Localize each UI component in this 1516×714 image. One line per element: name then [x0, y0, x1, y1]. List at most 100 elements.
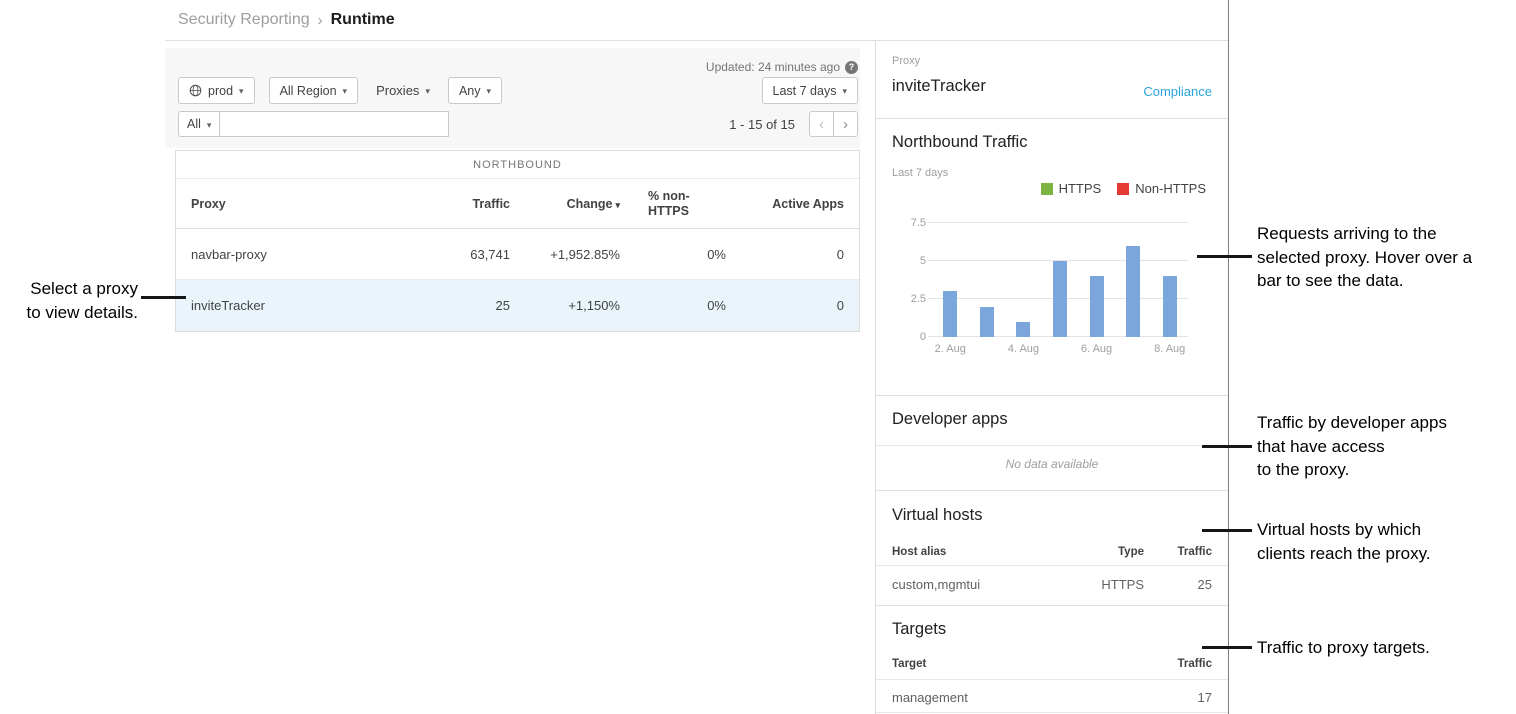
chevron-down-icon: ▾ — [343, 86, 348, 97]
chart-plot — [932, 223, 1188, 337]
page: Security Reporting › Runtime Updated: 24… — [0, 0, 1516, 714]
date-range-dropdown[interactable]: Last 7 days ▾ — [762, 77, 858, 104]
chart-ytick-label: 5 — [892, 255, 926, 267]
chart-bar-6-Aug[interactable] — [1090, 276, 1104, 337]
chevron-down-icon: ▾ — [842, 86, 847, 97]
help-icon[interactable]: ? — [845, 61, 858, 74]
screenshot-edge-line — [1228, 0, 1229, 714]
targets-header-line — [876, 679, 1228, 680]
cell-active-apps: 0 — [726, 247, 844, 262]
chart-ytick-label: 2.5 — [892, 293, 926, 305]
cell-traffic: 25 — [1152, 577, 1212, 592]
chart-x-axis: 2. Aug4. Aug6. Aug8. Aug — [932, 343, 1188, 359]
legend-label: HTTPS — [1059, 181, 1102, 196]
date-range-label: Last 7 days — [773, 84, 837, 98]
annotation-line: Select a proxy — [0, 277, 138, 301]
proxies-label: Proxies — [376, 83, 419, 98]
updated-text: Updated: 24 minutes ago — [706, 60, 840, 74]
virtual-hosts-title: Virtual hosts — [892, 506, 983, 525]
annotation-line: selected proxy. Hover over a — [1257, 246, 1472, 270]
https-swatch-icon — [1041, 183, 1053, 195]
cell-non-https: 0% — [620, 247, 726, 262]
chart-bar-5-Aug[interactable] — [1053, 261, 1067, 337]
environment-dropdown[interactable]: prod ▾ — [178, 77, 255, 104]
section-divider — [876, 490, 1228, 491]
chart-ytick-label: 0 — [892, 331, 926, 343]
chevron-down-icon: ▾ — [487, 86, 492, 97]
cell-target: management — [892, 690, 1152, 705]
callout-line-targets — [1202, 646, 1252, 649]
proxy-detail-panel: Proxy inviteTracker Compliance Northboun… — [875, 41, 1228, 714]
chart-bar-2-Aug[interactable] — [943, 291, 957, 337]
column-header-change[interactable]: Change▾ — [510, 197, 620, 211]
breadcrumb-section[interactable]: Security Reporting — [178, 11, 310, 29]
pagination-range: 1 - 15 of 15 — [729, 117, 795, 132]
chart-xtick-label: 2. Aug — [935, 343, 966, 355]
any-dropdown[interactable]: Any ▾ — [448, 77, 502, 104]
column-header-traffic: Traffic — [1152, 546, 1212, 558]
region-dropdown[interactable]: All Region ▾ — [269, 77, 359, 104]
annotation-targets: Traffic to proxy targets. — [1257, 636, 1430, 660]
table-group-header: NORTHBOUND — [176, 151, 859, 179]
callout-line-virtual-hosts — [1202, 529, 1252, 532]
section-divider — [876, 118, 1228, 119]
chart-xtick-label: 8. Aug — [1154, 343, 1185, 355]
section-divider — [876, 395, 1228, 396]
breadcrumb-current: Runtime — [331, 11, 395, 29]
cell-active-apps: 0 — [726, 298, 844, 313]
northbound-traffic-chart: 02.557.5 2. Aug4. Aug6. Aug8. Aug — [892, 211, 1213, 369]
cell-traffic: 63,741 — [390, 247, 510, 262]
chart-bar-8-Aug[interactable] — [1163, 276, 1177, 337]
column-header-non-https[interactable]: % non-HTTPS — [620, 189, 726, 219]
legend-item-non-https[interactable]: Non-HTTPS — [1117, 181, 1206, 196]
column-header-traffic: Traffic — [1152, 658, 1212, 670]
chart-bar-4-Aug[interactable] — [1016, 322, 1030, 337]
target-row[interactable]: management 17 — [892, 690, 1212, 705]
legend-item-https[interactable]: HTTPS — [1041, 181, 1102, 196]
chevron-right-icon: › — [843, 116, 848, 133]
cell-proxy: inviteTracker — [191, 298, 390, 313]
updated-status: Updated: 24 minutes ago ? — [706, 60, 858, 74]
virtual-hosts-header-line — [876, 565, 1228, 566]
chart-y-axis: 02.557.5 — [892, 223, 926, 337]
virtual-hosts-header-row: Host alias Type Traffic — [892, 546, 1212, 558]
annotation-line: to the proxy. — [1257, 458, 1447, 482]
proxies-dropdown[interactable]: Proxies ▾ — [372, 77, 434, 104]
column-header-proxy[interactable]: Proxy — [191, 197, 390, 211]
virtual-host-row[interactable]: custom,mgmtui HTTPS 25 — [892, 577, 1212, 592]
chart-ytick-label: 7.5 — [892, 217, 926, 229]
search-scope-dropdown[interactable]: All ▾ — [178, 111, 220, 137]
pagination-next-button[interactable]: › — [833, 111, 858, 137]
cell-change: +1,952.85% — [510, 247, 620, 262]
region-label: All Region — [280, 84, 337, 98]
cell-traffic: 17 — [1152, 690, 1212, 705]
chart-xtick-label: 4. Aug — [1008, 343, 1039, 355]
chart-gridline — [928, 222, 1188, 223]
column-header-host-alias: Host alias — [892, 546, 1084, 558]
annotation-line: Requests arriving to the — [1257, 222, 1472, 246]
chart-bar-7-Aug[interactable] — [1126, 246, 1140, 337]
table-row-navbar-proxy[interactable]: navbar-proxy 63,741 +1,952.85% 0% 0 — [176, 229, 859, 280]
chevron-down-icon: ▾ — [239, 86, 244, 97]
chart-bar-3-Aug[interactable] — [980, 307, 994, 337]
table-row-invitetracker-selected[interactable]: inviteTracker 25 +1,150% 0% 0 — [176, 280, 859, 331]
targets-bottom-line — [876, 712, 1228, 713]
search-scope-label: All — [187, 117, 201, 131]
cell-traffic: 25 — [390, 298, 510, 313]
compliance-link[interactable]: Compliance — [1143, 84, 1212, 99]
annotation-line: Virtual hosts by which — [1257, 518, 1431, 542]
proxy-list-panel: Updated: 24 minutes ago ? prod ▾ All Reg… — [165, 41, 860, 713]
column-header-active-apps[interactable]: Active Apps — [726, 197, 844, 211]
non-https-label: % non-HTTPS — [648, 189, 700, 219]
chart-legend: HTTPS Non-HTTPS — [1041, 181, 1206, 196]
change-label: Change — [567, 197, 613, 211]
pagination-prev-button[interactable]: ‹ — [809, 111, 834, 137]
search-input[interactable] — [219, 111, 449, 137]
targets-header-row: Target Traffic — [892, 658, 1212, 670]
annotation-line: to view details. — [0, 301, 138, 325]
environment-label: prod — [208, 84, 233, 98]
annotation-line: bar to see the data. — [1257, 269, 1472, 293]
developer-apps-title: Developer apps — [892, 410, 1008, 429]
column-header-traffic[interactable]: Traffic — [390, 197, 510, 211]
annotation-chart: Requests arriving to the selected proxy.… — [1257, 222, 1472, 293]
